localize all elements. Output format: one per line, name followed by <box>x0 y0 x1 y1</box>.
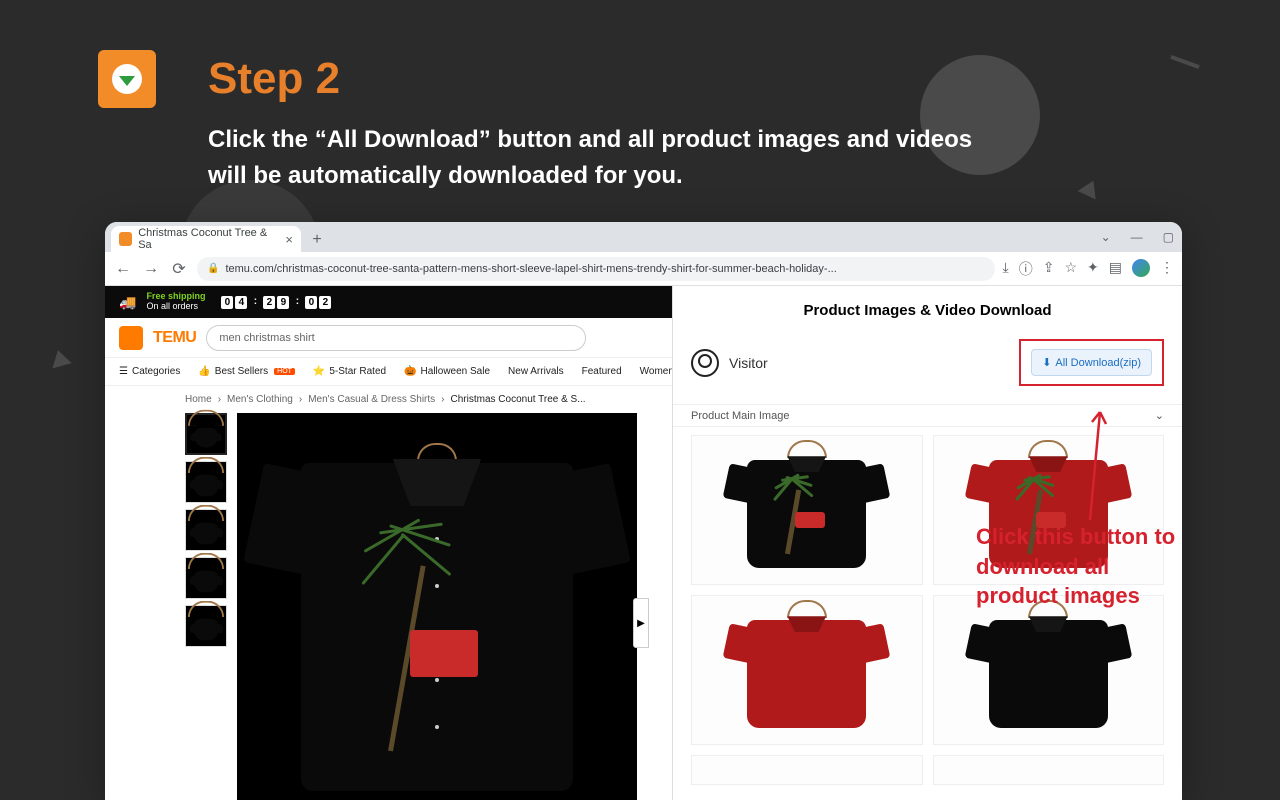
crumb-current: Christmas Coconut Tree & S... <box>451 394 586 405</box>
annotation-text: Click this button to download all produc… <box>976 522 1196 611</box>
nav-5star[interactable]: ⭐ 5-Star Rated <box>313 366 386 377</box>
install-icon[interactable]: ⤓ <box>1003 259 1009 279</box>
crumb[interactable]: Home <box>185 394 212 405</box>
thumbnail[interactable] <box>185 461 227 503</box>
url-input[interactable]: 🔒 temu.com/christmas-coconut-tree-santa-… <box>197 257 995 281</box>
lock-icon: 🔒 <box>207 263 219 274</box>
step-description: Click the “All Download” button and all … <box>208 122 1008 194</box>
tab-title: Christmas Coconut Tree & Sa <box>138 227 275 251</box>
temu-brand[interactable]: TEMU <box>153 329 196 347</box>
cd-digit: 4 <box>235 296 247 309</box>
cd-sep: : <box>249 296 261 309</box>
nav-halloween[interactable]: 🎃 Halloween Sale <box>404 366 490 377</box>
panel-title: Product Images & Video Download <box>673 286 1182 329</box>
product-image-card[interactable] <box>691 435 923 585</box>
forward-button[interactable]: → <box>141 260 161 278</box>
chevron-down-icon[interactable]: ⌄ <box>1155 409 1164 422</box>
back-button[interactable]: ← <box>113 260 133 278</box>
cd-digit: 9 <box>277 296 289 309</box>
translate-icon[interactable]: ⓘ <box>1019 259 1033 279</box>
temu-logo-icon[interactable] <box>119 326 143 350</box>
share-icon[interactable]: ⇪ <box>1043 259 1055 279</box>
minimize-icon[interactable]: — <box>1131 230 1143 244</box>
thumbnail[interactable] <box>185 557 227 599</box>
free-shipping-title: Free shipping <box>146 291 205 301</box>
decor-triangle <box>48 348 71 369</box>
visitor-label: Visitor <box>729 355 768 371</box>
all-download-button[interactable]: ⬇ All Download(zip) <box>1031 349 1152 376</box>
nav-categories[interactable]: ☰ Categories <box>119 366 180 377</box>
user-icon <box>691 349 719 377</box>
profile-avatar[interactable] <box>1132 259 1150 277</box>
close-icon[interactable]: × <box>285 232 293 247</box>
chevron-down-icon[interactable]: ⌄ <box>1101 230 1111 244</box>
url-text: temu.com/christmas-coconut-tree-santa-pa… <box>225 263 836 275</box>
new-tab-button[interactable]: + <box>305 228 329 252</box>
search-value: men christmas shirt <box>219 332 314 344</box>
cd-digit: 2 <box>263 296 275 309</box>
search-input[interactable]: men christmas shirt <box>206 325 586 351</box>
browser-tab[interactable]: Christmas Coconut Tree & Sa × <box>111 226 301 252</box>
download-icon: ⬇ <box>1042 356 1051 369</box>
decor-line <box>1170 55 1200 69</box>
cd-digit: 2 <box>319 296 331 309</box>
thumbnail[interactable] <box>185 605 227 647</box>
cd-digit: 0 <box>221 296 233 309</box>
product-image-card[interactable] <box>691 595 923 745</box>
all-download-highlight: ⬇ All Download(zip) <box>1019 339 1164 386</box>
product-image-card[interactable] <box>933 595 1165 745</box>
product-image-card[interactable] <box>691 755 923 785</box>
cd-sep: : <box>291 296 303 309</box>
star-icon[interactable]: ☆ <box>1064 259 1077 279</box>
step-title: Step 2 <box>208 54 340 104</box>
decor-triangle <box>1078 177 1103 200</box>
all-download-label: All Download(zip) <box>1055 357 1141 369</box>
expand-handle[interactable]: ▶ <box>633 598 649 648</box>
browser-window: Christmas Coconut Tree & Sa × + ⌄ — ▢ ← … <box>105 222 1182 800</box>
reload-button[interactable]: ⟳ <box>169 259 189 279</box>
nav-best-sellers[interactable]: 👍 Best SellersHOT <box>198 366 295 377</box>
product-image-card[interactable] <box>933 755 1165 785</box>
thumbnail-list <box>185 413 227 800</box>
nav-new[interactable]: New Arrivals <box>508 366 564 377</box>
section-title: Product Main Image <box>691 410 789 422</box>
menu-icon[interactable]: ⋮ <box>1160 259 1174 279</box>
thumbnail[interactable] <box>185 509 227 551</box>
cd-digit: 0 <box>305 296 317 309</box>
favicon-icon <box>119 232 132 246</box>
browser-tabbar: Christmas Coconut Tree & Sa × + ⌄ — ▢ <box>105 222 1182 252</box>
bookmark-list-icon[interactable]: ▤ <box>1109 259 1122 279</box>
crumb[interactable]: Men's Clothing <box>227 394 293 405</box>
truck-icon: 🚚 <box>119 294 136 311</box>
annotation-arrow <box>1050 400 1130 530</box>
address-bar: ← → ⟳ 🔒 temu.com/christmas-coconut-tree-… <box>105 252 1182 286</box>
main-product-image[interactable]: ▶ <box>237 413 637 800</box>
extensions-icon[interactable]: ✦ <box>1087 259 1099 279</box>
free-shipping-sub: On all orders <box>146 301 198 311</box>
maximize-icon[interactable]: ▢ <box>1163 230 1174 244</box>
thumbnail[interactable] <box>185 413 227 455</box>
nav-featured[interactable]: Featured <box>582 366 622 377</box>
countdown: 0 4 : 2 9 : 0 2 <box>221 296 331 309</box>
download-folder-icon <box>98 50 156 108</box>
crumb[interactable]: Men's Casual & Dress Shirts <box>308 394 435 405</box>
